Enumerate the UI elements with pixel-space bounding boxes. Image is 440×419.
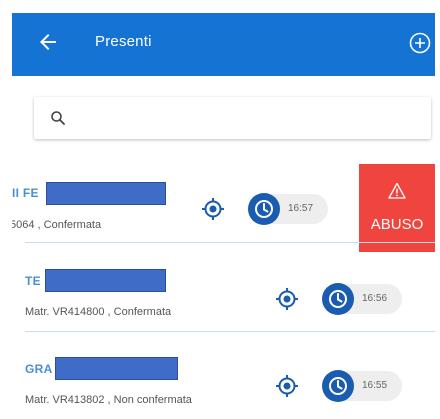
list-item[interactable]: II FE 5064 , Confermata 16:57 ABUSO: [12, 164, 435, 252]
clock-icon: [329, 377, 347, 395]
list-item[interactable]: TE Matr. VR414800 , Confermata 16:56: [12, 254, 435, 330]
time-chip[interactable]: 16:56: [322, 283, 402, 315]
plus-circle-icon[interactable]: [408, 31, 432, 55]
clock-badge: [322, 370, 354, 402]
page-title: Presenti: [95, 33, 152, 50]
abuse-label: ABUSO: [370, 216, 424, 233]
clock-badge: [248, 193, 280, 225]
search-area: [12, 76, 435, 164]
time-chip[interactable]: 16:57: [248, 193, 328, 225]
person-detail: Matr. VR414800 , Confermata: [25, 306, 172, 318]
arrow-left-icon[interactable]: [36, 30, 60, 54]
divider: [25, 331, 435, 332]
clock-icon: [255, 200, 273, 218]
clock-icon: [329, 290, 347, 308]
time-chip[interactable]: 16:55: [322, 370, 402, 402]
person-name: II FE: [12, 186, 39, 200]
person-name: GRA: [25, 362, 53, 376]
search-box[interactable]: [34, 97, 431, 139]
locate-icon[interactable]: [202, 198, 224, 220]
time-label: 16:55: [362, 380, 388, 391]
divider: [25, 242, 435, 243]
abuse-button[interactable]: ABUSO: [359, 164, 435, 252]
search-icon: [51, 111, 65, 125]
time-label: 16:57: [288, 203, 314, 214]
app-bar: Presenti: [12, 13, 435, 76]
time-label: 16:56: [362, 293, 388, 304]
redaction-box: [45, 269, 166, 292]
redaction-box: [55, 357, 178, 380]
locate-icon[interactable]: [276, 288, 298, 310]
person-detail: Matr. VR413802 , Non confermata: [25, 394, 192, 406]
clock-badge: [322, 283, 354, 315]
person-detail: 5064 , Confermata: [12, 219, 102, 231]
list-item[interactable]: GRA Matr. VR413802 , Non confermata 16:5…: [12, 343, 435, 415]
redaction-box: [46, 182, 166, 205]
person-name: TE: [25, 274, 41, 288]
locate-icon[interactable]: [276, 375, 298, 397]
app-screen: Presenti II FE 5064 , Confermata 16:57 A…: [12, 13, 435, 415]
warning-icon: [388, 182, 406, 199]
search-input[interactable]: [76, 105, 410, 133]
